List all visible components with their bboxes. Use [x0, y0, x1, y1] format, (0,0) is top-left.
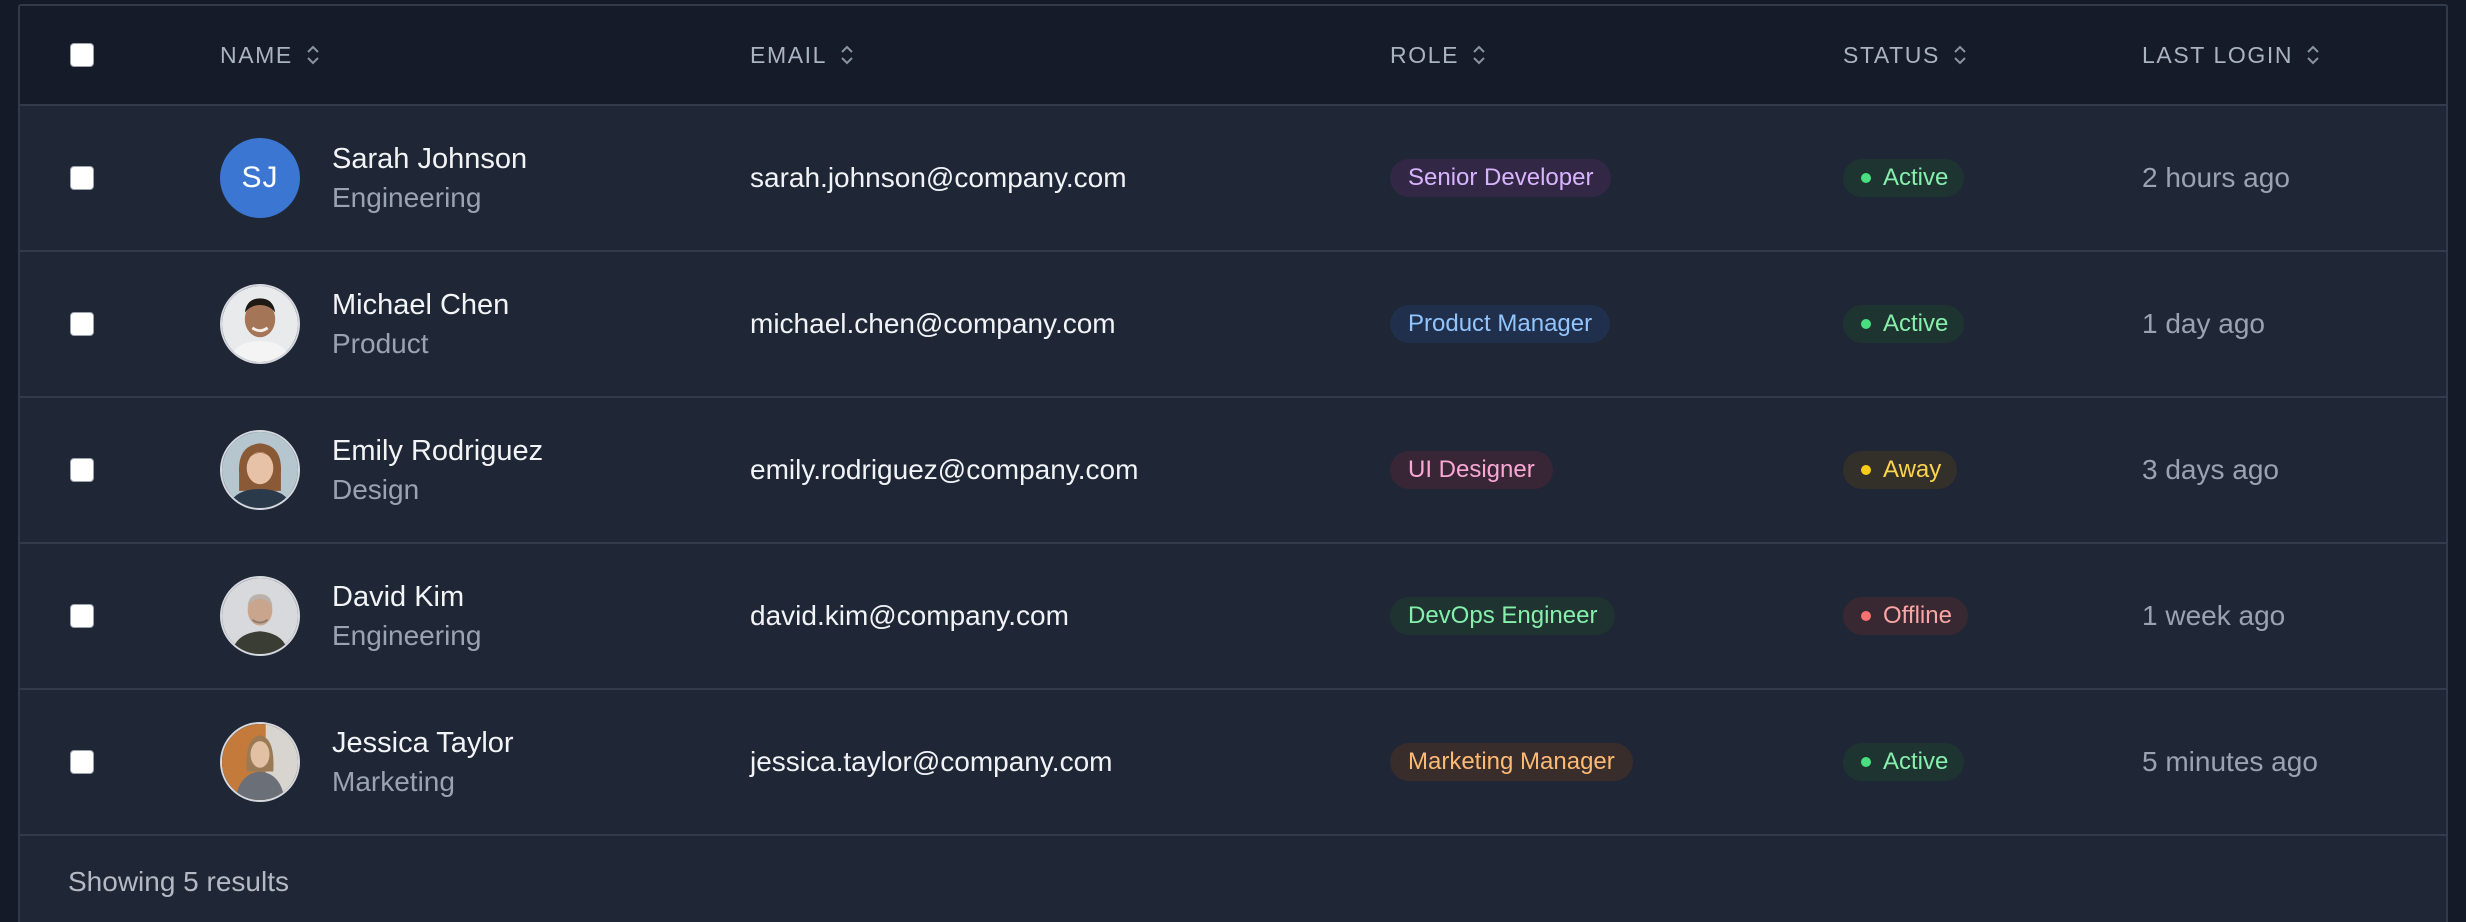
- avatar-initials: SJ: [241, 161, 279, 194]
- role-badge: Senior Developer: [1390, 159, 1612, 197]
- sort-icon[interactable]: [1952, 43, 1968, 67]
- status-dot-icon: [1861, 319, 1871, 329]
- status-label: Active: [1883, 748, 1949, 775]
- last-login: 5 minutes ago: [2142, 746, 2318, 777]
- user-email[interactable]: michael.chen@company.com: [750, 308, 1116, 340]
- sort-icon[interactable]: [2305, 43, 2321, 67]
- column-header-email[interactable]: EMAIL: [750, 6, 855, 104]
- status-label: Offline: [1883, 602, 1952, 629]
- user-cell: Jessica Taylor Marketing: [220, 690, 514, 834]
- user-photo-icon: [222, 286, 298, 362]
- user-photo-icon: [222, 724, 298, 800]
- role-badge: Product Manager: [1390, 305, 1611, 343]
- status-badge: Away: [1843, 451, 1958, 489]
- status-dot-icon: [1861, 465, 1871, 475]
- table-footer: Showing 5 results: [20, 836, 2446, 922]
- user-name: Sarah Johnson: [332, 142, 528, 175]
- user-department: Engineering: [332, 619, 482, 651]
- column-header-name[interactable]: NAME: [220, 6, 321, 104]
- status-badge: Active: [1843, 159, 1965, 197]
- table-row[interactable]: Emily Rodriguez Design emily.rodriguez@c…: [20, 398, 2446, 544]
- user-department: Marketing: [332, 765, 455, 797]
- user-name: David Kim: [332, 580, 465, 613]
- table-row[interactable]: Jessica Taylor Marketing jessica.taylor@…: [20, 690, 2446, 836]
- user-email[interactable]: emily.rodriguez@company.com: [750, 454, 1138, 486]
- avatar: [220, 430, 300, 510]
- column-label-status: STATUS: [1843, 41, 1940, 68]
- select-all-checkbox[interactable]: [70, 43, 94, 67]
- user-department: Design: [332, 473, 420, 505]
- column-label-last-login: LAST LOGIN: [2142, 41, 2294, 68]
- last-login: 2 hours ago: [2142, 162, 2290, 193]
- user-photo-icon: [222, 578, 298, 654]
- role-badge: DevOps Engineer: [1390, 597, 1616, 635]
- user-name: Emily Rodriguez: [332, 434, 544, 467]
- sort-icon[interactable]: [1471, 43, 1487, 67]
- row-checkbox[interactable]: [70, 458, 94, 482]
- avatar: [220, 576, 300, 656]
- status-label: Active: [1883, 310, 1949, 337]
- user-cell: David Kim Engineering: [220, 544, 481, 688]
- user-name: Jessica Taylor: [332, 726, 514, 759]
- status-badge: Offline: [1843, 597, 1968, 635]
- sort-icon[interactable]: [305, 43, 321, 67]
- row-checkbox[interactable]: [70, 604, 94, 628]
- table-row[interactable]: David Kim Engineering david.kim@company.…: [20, 544, 2446, 690]
- column-label-name: NAME: [220, 41, 293, 68]
- last-login: 1 day ago: [2142, 308, 2265, 339]
- column-label-role: ROLE: [1390, 41, 1460, 68]
- role-badge: Marketing Manager: [1390, 743, 1633, 781]
- row-checkbox[interactable]: [70, 166, 94, 190]
- status-label: Away: [1883, 456, 1942, 483]
- status-dot-icon: [1861, 173, 1871, 183]
- status-badge: Active: [1843, 743, 1965, 781]
- avatar: SJ: [220, 138, 300, 218]
- table-row[interactable]: SJ Sarah Johnson Engineering sarah.johns…: [20, 106, 2446, 252]
- status-dot-icon: [1861, 611, 1871, 621]
- user-department: Engineering: [332, 181, 482, 213]
- users-table-card: NAME EMAIL ROLE STATUS LAST LOGIN SJ Sar…: [18, 4, 2448, 922]
- user-photo-icon: [222, 432, 298, 508]
- last-login: 1 week ago: [2142, 600, 2286, 631]
- results-count: Showing 5 results: [68, 866, 290, 897]
- status-badge: Active: [1843, 305, 1965, 343]
- user-name: Michael Chen: [332, 288, 510, 321]
- last-login: 3 days ago: [2142, 454, 2279, 485]
- user-email[interactable]: sarah.johnson@company.com: [750, 162, 1127, 194]
- user-cell: Michael Chen Product: [220, 252, 509, 396]
- column-header-role[interactable]: ROLE: [1390, 6, 1487, 104]
- role-badge: UI Designer: [1390, 451, 1553, 489]
- users-table: NAME EMAIL ROLE STATUS LAST LOGIN SJ Sar…: [20, 6, 2446, 922]
- user-email[interactable]: jessica.taylor@company.com: [750, 746, 1112, 778]
- user-email[interactable]: david.kim@company.com: [750, 600, 1069, 632]
- column-header-last-login[interactable]: LAST LOGIN: [2142, 6, 2321, 104]
- table-header: NAME EMAIL ROLE STATUS LAST LOGIN: [20, 6, 2446, 106]
- user-department: Product: [332, 327, 429, 359]
- avatar: [220, 722, 300, 802]
- avatar: [220, 284, 300, 364]
- row-checkbox[interactable]: [70, 312, 94, 336]
- row-checkbox[interactable]: [70, 750, 94, 774]
- status-label: Active: [1883, 164, 1949, 191]
- header-checkbox-cell: [70, 6, 94, 104]
- status-dot-icon: [1861, 757, 1871, 767]
- sort-icon[interactable]: [839, 43, 855, 67]
- user-cell: Emily Rodriguez Design: [220, 398, 543, 542]
- user-cell: SJ Sarah Johnson Engineering: [220, 106, 527, 250]
- table-row[interactable]: Michael Chen Product michael.chen@compan…: [20, 252, 2446, 398]
- column-label-email: EMAIL: [750, 41, 828, 68]
- column-header-status[interactable]: STATUS: [1843, 6, 1968, 104]
